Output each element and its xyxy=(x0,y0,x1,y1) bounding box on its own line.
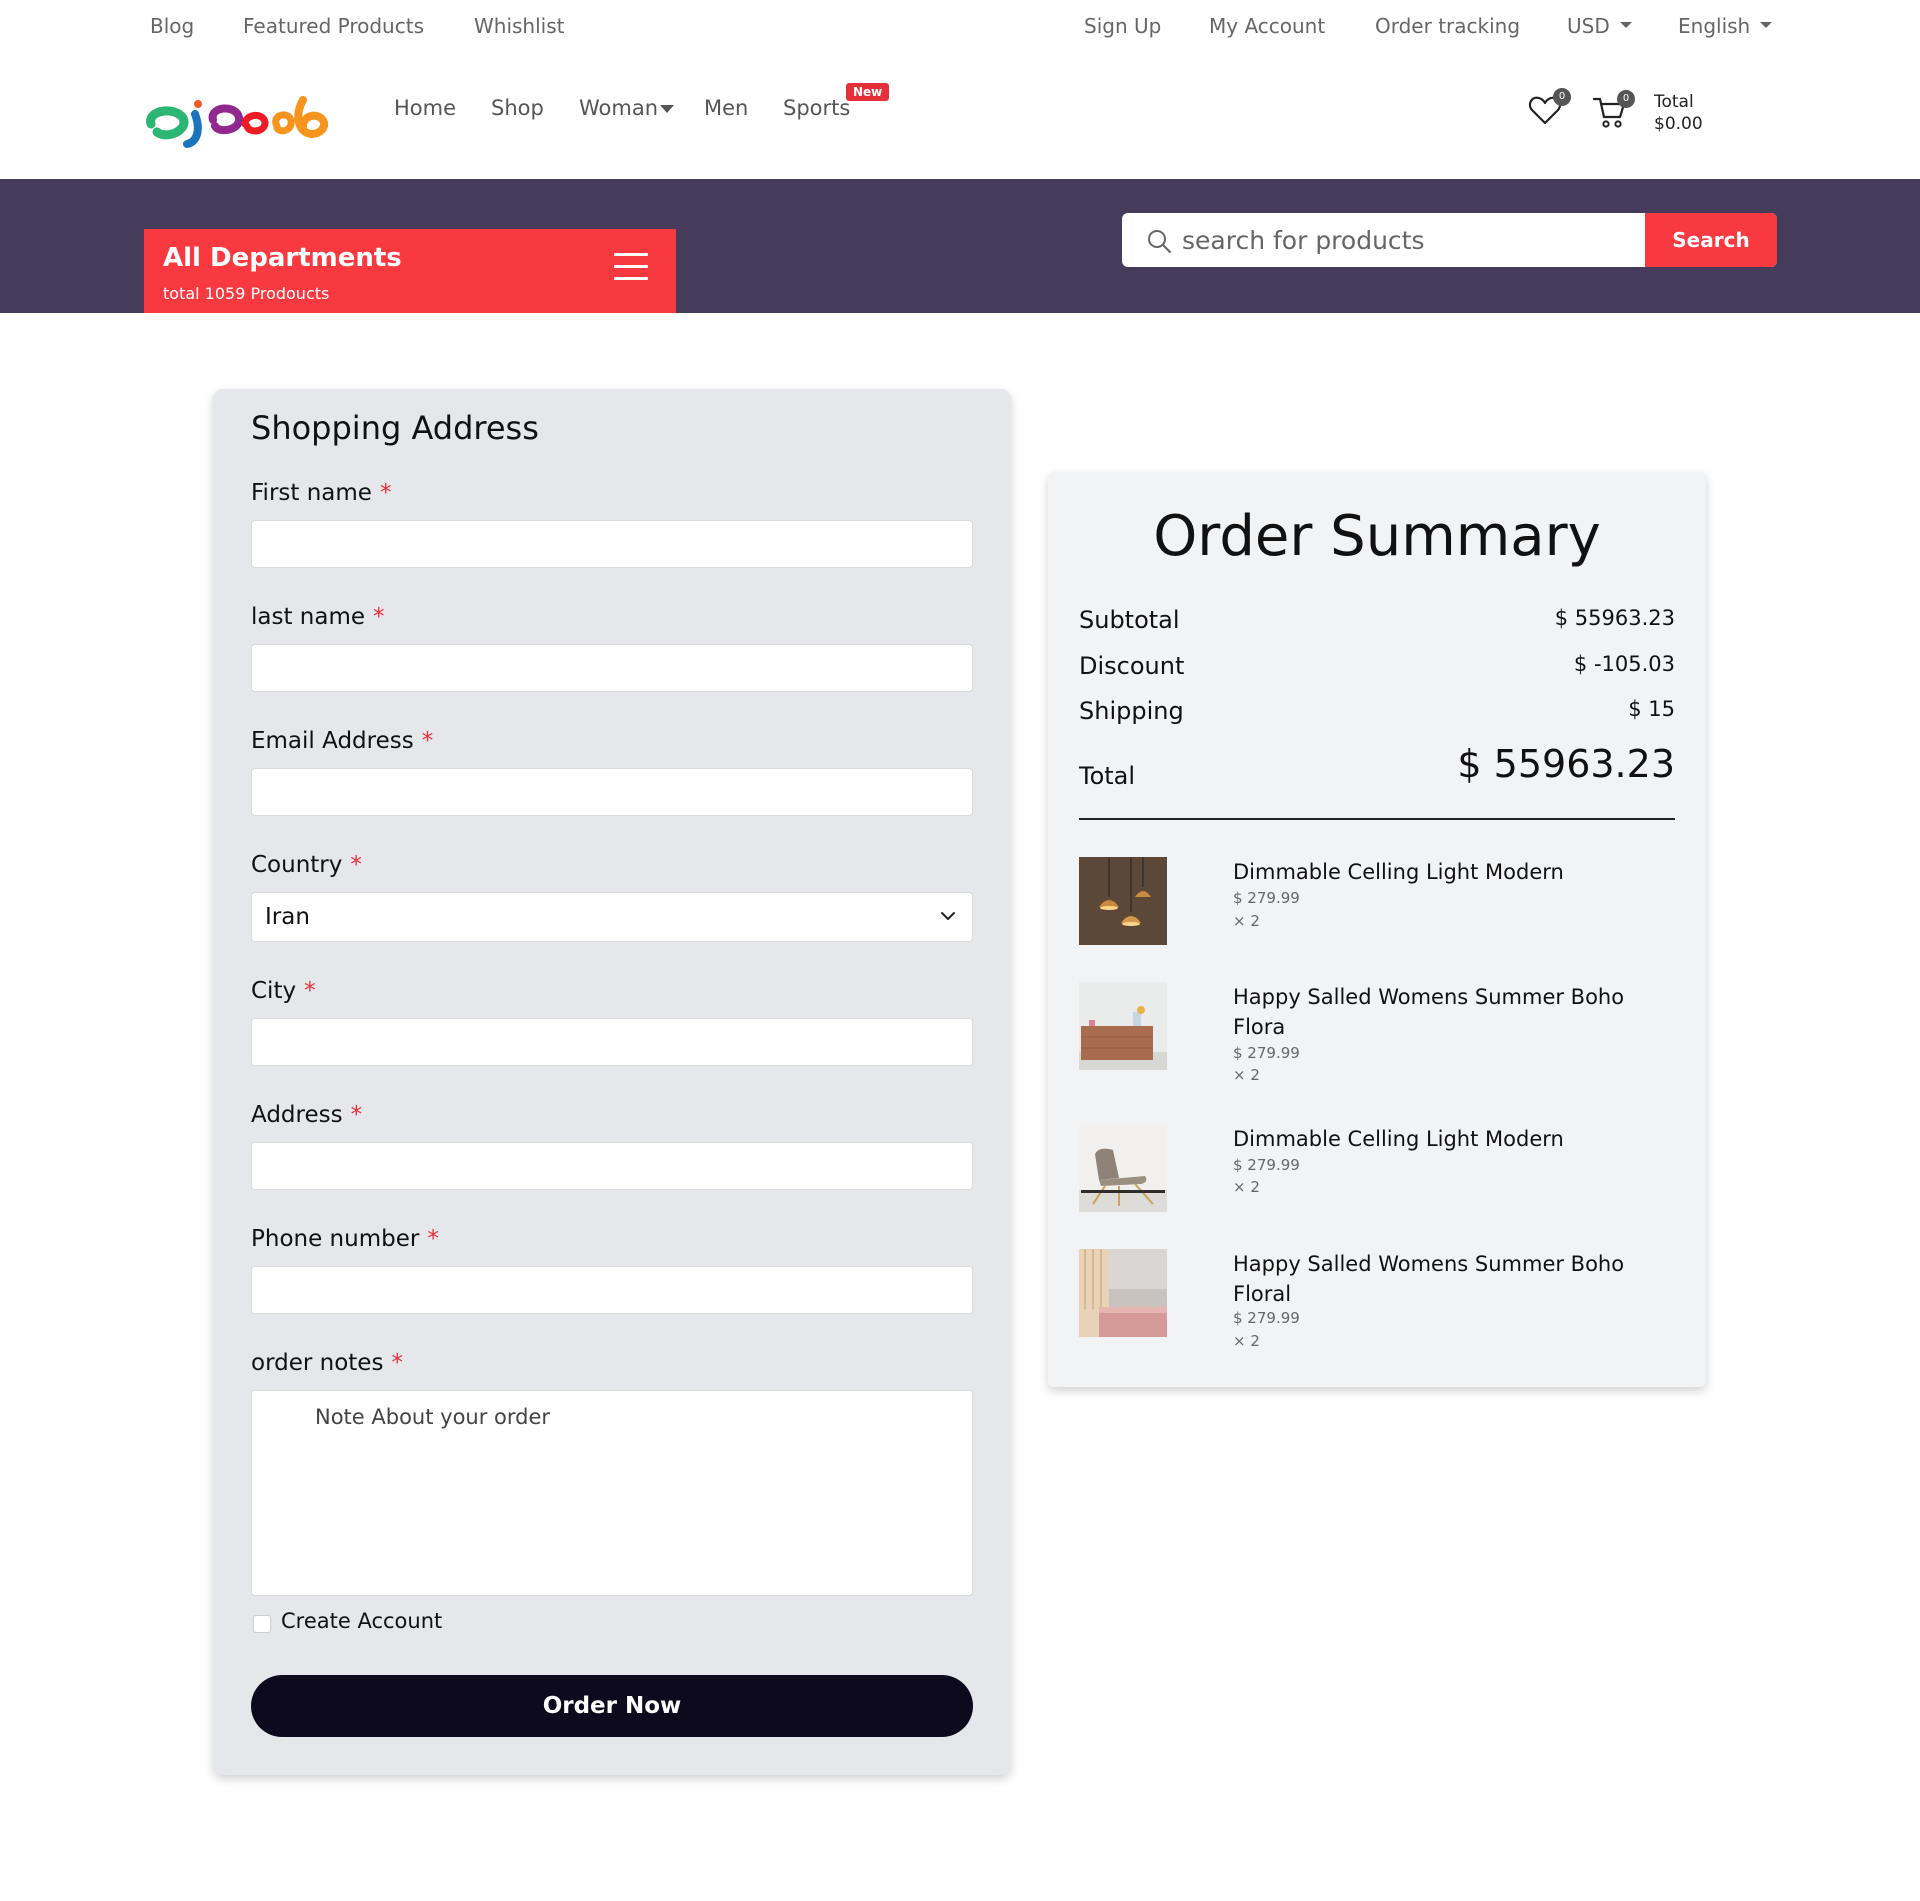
item-name[interactable]: Dimmable Celling Light Modern xyxy=(1233,857,1673,887)
country-select[interactable]: Iran xyxy=(251,892,973,942)
order-now-button[interactable]: Order Now xyxy=(251,1675,973,1737)
nav-home[interactable]: Home xyxy=(394,96,456,120)
country-value: Iran xyxy=(265,904,310,930)
item-name[interactable]: Happy Salled Womens Summer Boho Floral xyxy=(1233,1249,1673,1309)
shipping-label: Shipping xyxy=(1079,697,1184,725)
item-quantity: × 2 xyxy=(1233,1332,1260,1350)
shipping-value: $ 15 xyxy=(1628,697,1675,721)
pendant-lights-image xyxy=(1079,857,1167,945)
city-field[interactable] xyxy=(251,1018,973,1066)
cart-total-label: Total xyxy=(1654,92,1694,112)
brand-logo[interactable] xyxy=(145,90,335,150)
country-label: Country * xyxy=(251,852,362,878)
create-account-checkbox[interactable] xyxy=(253,1615,271,1633)
order-notes-label: order notes * xyxy=(251,1350,403,1376)
new-badge: New xyxy=(846,83,890,101)
summary-divider xyxy=(1079,818,1675,820)
chevron-down-icon xyxy=(1760,21,1773,28)
department-search-band: All Departments total 1059 Prodoucts Sea… xyxy=(0,179,1920,313)
order-notes-placeholder: Note About your order xyxy=(315,1405,551,1429)
item-quantity: × 2 xyxy=(1233,1066,1260,1084)
form-title: Shopping Address xyxy=(251,409,539,447)
caret-down-icon xyxy=(660,105,675,113)
topbar-account-link[interactable]: My Account xyxy=(1209,14,1325,38)
last-name-field[interactable] xyxy=(251,644,973,692)
topbar-tracking-link[interactable]: Order tracking xyxy=(1375,14,1520,38)
total-label: Total xyxy=(1079,762,1136,790)
wooden-dresser-image xyxy=(1079,982,1167,1070)
currency-dropdown[interactable]: USD xyxy=(1567,14,1632,38)
item-price: $ 279.99 xyxy=(1233,1156,1300,1174)
cart-total[interactable]: Total $0.00 xyxy=(1654,91,1703,135)
cart-count: 0 xyxy=(1617,90,1635,108)
nav-sports[interactable]: Sports xyxy=(783,96,850,120)
departments-title: All Departments xyxy=(163,243,402,273)
item-price: $ 279.99 xyxy=(1233,1309,1300,1327)
nav-woman[interactable]: Woman xyxy=(579,96,675,120)
phone-label: Phone number * xyxy=(251,1226,439,1252)
item-name[interactable]: Dimmable Celling Light Modern xyxy=(1233,1124,1673,1154)
item-price: $ 279.99 xyxy=(1233,1044,1300,1062)
language-label: English xyxy=(1678,14,1751,38)
topbar-signup-link[interactable]: Sign Up xyxy=(1084,14,1161,38)
item-price: $ 279.99 xyxy=(1233,889,1300,907)
topbar-featured-link[interactable]: Featured Products xyxy=(243,14,424,38)
topbar-wishlist-link[interactable]: Whishlist xyxy=(474,14,564,38)
main-header: Home Shop Woman Men Sports New 0 0 Total… xyxy=(0,55,1920,179)
summary-title: Order Summary xyxy=(1153,504,1601,569)
order-summary: Order Summary Subtotal $ 55963.23 Discou… xyxy=(1048,472,1706,1387)
phone-field[interactable] xyxy=(251,1266,973,1314)
create-account-label[interactable]: Create Account xyxy=(281,1609,442,1633)
top-bar: Blog Featured Products Whishlist Sign Up… xyxy=(0,0,1920,55)
pink-bedroom-image xyxy=(1079,1249,1167,1337)
first-name-label: First name * xyxy=(251,480,392,506)
item-quantity: × 2 xyxy=(1233,1178,1260,1196)
email-label: Email Address * xyxy=(251,728,434,754)
hamburger-icon xyxy=(614,253,648,281)
address-label: Address * xyxy=(251,1102,363,1128)
search-button[interactable]: Search xyxy=(1645,213,1777,267)
item-name[interactable]: Happy Salled Womens Summer Boho Flora xyxy=(1233,982,1673,1042)
nav-woman-label: Woman xyxy=(579,96,659,120)
nav-men[interactable]: Men xyxy=(704,96,748,120)
city-label: City * xyxy=(251,978,316,1004)
cart-total-value: $0.00 xyxy=(1654,114,1703,134)
email-field[interactable] xyxy=(251,768,973,816)
departments-count: total 1059 Prodoucts xyxy=(163,284,330,303)
topbar-blog-link[interactable]: Blog xyxy=(150,14,194,38)
last-name-label: last name * xyxy=(251,604,385,630)
subtotal-label: Subtotal xyxy=(1079,606,1180,634)
currency-label: USD xyxy=(1567,14,1610,38)
address-field[interactable] xyxy=(251,1142,973,1190)
first-name-field[interactable] xyxy=(251,520,973,568)
wishlist-button[interactable]: 0 xyxy=(1528,88,1571,130)
cart-button[interactable]: 0 xyxy=(1592,90,1635,133)
total-value: $ 55963.23 xyxy=(1457,742,1675,786)
nav-shop[interactable]: Shop xyxy=(491,96,544,120)
all-departments-button[interactable]: All Departments total 1059 Prodoucts xyxy=(144,229,676,313)
chevron-down-icon xyxy=(1619,21,1632,28)
language-dropdown[interactable]: English xyxy=(1678,14,1773,38)
item-quantity: × 2 xyxy=(1233,912,1260,930)
shopping-address-form: Shopping Address First name * last name * … xyxy=(213,389,1011,1775)
wishlist-count: 0 xyxy=(1553,88,1571,106)
subtotal-value: $ 55963.23 xyxy=(1554,606,1675,630)
search-bar: Search xyxy=(1122,213,1777,267)
search-icon xyxy=(1148,230,1171,253)
lounge-chair-image xyxy=(1079,1124,1167,1212)
chevron-down-icon xyxy=(941,912,955,920)
discount-label: Discount xyxy=(1079,652,1185,680)
discount-value: $ -105.03 xyxy=(1573,652,1675,676)
order-notes-field[interactable]: Note About your order xyxy=(251,1390,973,1596)
search-input[interactable] xyxy=(1182,213,1642,267)
